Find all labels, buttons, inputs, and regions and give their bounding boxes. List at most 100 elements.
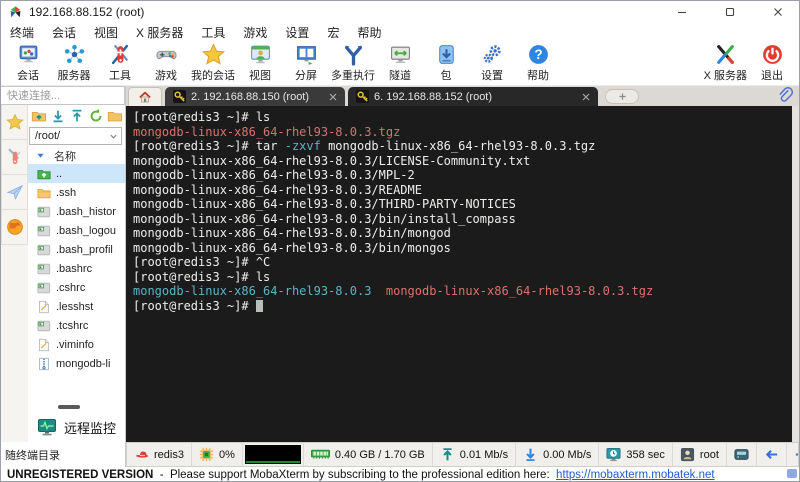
file-list: .. .ssh .bash_histor .bash_logou .bash_profi…	[28, 164, 125, 373]
session-icon	[17, 43, 40, 66]
folder-plain-button[interactable]	[107, 108, 123, 124]
toolbar-tools-button[interactable]: 工具	[97, 43, 143, 83]
file-icon	[37, 338, 51, 352]
terminal-line: mongodb-linux-x86_64-rhel93-8.0.3/bin/in…	[133, 212, 789, 227]
terminal-line: [root@redis3 ~]# ^C	[133, 255, 789, 270]
terminal-scrollbar[interactable]	[792, 106, 799, 442]
menu-item-4[interactable]: 工具	[192, 24, 234, 41]
timer-icon	[606, 447, 621, 462]
footer-text: - Please support MobaXterm by subscribin…	[153, 469, 557, 481]
file-row[interactable]: .bash_profil	[28, 240, 125, 259]
toolbar-left: 会话 服务器 工具 游戏 我的会话 视图 分屏 多重执行 隧道 包 设置? 帮助	[5, 43, 561, 83]
file-row[interactable]: .viminfo	[28, 335, 125, 354]
terminal-text: mongodb-linux-x86_64-rhel93-8.0.3	[133, 284, 372, 298]
home-icon	[138, 90, 152, 104]
terminal-line: mongodb-linux-x86_64-rhel93-8.0.3/THIRD-…	[133, 197, 789, 212]
file-row[interactable]: .tcshrc	[28, 316, 125, 335]
toolbar-split-button[interactable]: 分屏	[283, 43, 329, 83]
script-icon	[37, 224, 51, 238]
path-select[interactable]: /root/	[29, 127, 122, 145]
terminal-text: mongodb-linux-x86_64-rhel93-8.0.3/MPL-2	[133, 168, 415, 182]
file-row[interactable]: .ssh	[28, 183, 125, 202]
refresh-button[interactable]	[88, 108, 104, 124]
terminal[interactable]: [root@redis3 ~]# ls mongodb-linux-x86_64-…	[126, 106, 799, 442]
terminal-text: mongodb-linux-x86_64-rhel93-8.0.3.tgz	[385, 284, 654, 298]
file-row[interactable]: ..	[28, 164, 125, 183]
tab-close-icon[interactable]	[582, 93, 590, 101]
status-drive	[727, 443, 757, 466]
sidebar-knife-button[interactable]	[1, 140, 28, 175]
file-row[interactable]: .bash_logou	[28, 221, 125, 240]
toolbar-session-button[interactable]: 会话	[5, 43, 51, 83]
toolbar-games-button[interactable]: 游戏	[143, 43, 189, 83]
horizontal-scrollbar[interactable]	[28, 402, 125, 412]
status-arrow-right[interactable]	[787, 443, 798, 466]
main-area: /root/ 名称 .. .ssh .bash_histor .bash_logou.…	[1, 86, 799, 442]
toolbar-view-button[interactable]: 视图	[237, 43, 283, 83]
close-button[interactable]	[757, 1, 799, 23]
mysessions-icon	[201, 43, 225, 66]
toolbar-packages-button[interactable]: 包	[423, 43, 469, 83]
toolbar-servers-button[interactable]: 服务器	[51, 43, 97, 83]
sidebar-globe-button[interactable]	[1, 210, 28, 245]
menu-item-7[interactable]: 宏	[318, 24, 348, 41]
file-icon	[37, 300, 51, 314]
paperclip-icon[interactable]	[777, 87, 794, 104]
toolbar-xserver-button[interactable]: X 服务器	[702, 43, 749, 83]
menu-item-2[interactable]: 视图	[85, 24, 127, 41]
tab-close-icon[interactable]	[329, 93, 337, 101]
terminal-text: [root@redis3 ~]# ls	[133, 110, 271, 124]
file-row[interactable]: .bashrc	[28, 259, 125, 278]
sidebar-strip	[1, 105, 28, 442]
toolbar-right: X 服务器 退出	[702, 43, 795, 83]
scrollbar-thumb[interactable]	[58, 405, 80, 409]
remote-monitor-button[interactable]: 远程监控	[28, 412, 125, 442]
toolbar-help-label: 帮助	[527, 70, 549, 82]
tab-session-2[interactable]: 2. 192.168.88.150 (root)	[165, 87, 345, 106]
upload-button[interactable]	[69, 108, 85, 124]
status-up-label: 0.01 Mb/s	[459, 448, 509, 461]
toolbar-exit-button[interactable]: 退出	[749, 43, 795, 83]
menu-item-6[interactable]: 设置	[276, 24, 318, 41]
new-tab-button[interactable]	[605, 88, 639, 104]
maximize-button[interactable]	[709, 1, 751, 23]
sidebar-paperplane-button[interactable]	[1, 175, 28, 210]
toolbar-mysessions-label: 我的会话	[191, 70, 235, 82]
menu-item-0[interactable]: 终端	[1, 24, 43, 41]
key-icon	[173, 90, 186, 103]
minimize-button[interactable]	[661, 1, 703, 23]
file-row[interactable]: mongodb-li	[28, 354, 125, 373]
multiexec-icon	[342, 43, 365, 66]
cpu-icon	[199, 447, 214, 462]
menu-item-8[interactable]: 帮助	[348, 24, 390, 41]
tab-home[interactable]	[128, 87, 162, 106]
file-row[interactable]: .cshrc	[28, 278, 125, 297]
file-name: .cshrc	[56, 281, 86, 294]
folder-up-button[interactable]	[31, 108, 47, 124]
quick-connect-input[interactable]	[1, 86, 125, 105]
toolbar-tunnel-button[interactable]: 隧道	[377, 43, 423, 83]
menu-item-5[interactable]: 游戏	[234, 24, 276, 41]
follow-terminal-dir-toggle[interactable]: 随终端目录	[1, 442, 126, 467]
status-cpu: 0%	[192, 443, 243, 466]
toolbar-mysessions-button[interactable]: 我的会话	[189, 43, 237, 83]
download-button[interactable]	[50, 108, 66, 124]
menu-item-3[interactable]: X 服务器	[127, 24, 192, 41]
toolbar-settings-button[interactable]: 设置	[469, 43, 515, 83]
file-row[interactable]: .bash_histor	[28, 202, 125, 221]
terminal-line: [root@redis3 ~]# ls	[133, 110, 789, 125]
toolbar-multiexec-button[interactable]: 多重执行	[329, 43, 377, 83]
terminal-line: [root@redis3 ~]# ls	[133, 270, 789, 285]
download-icon	[50, 108, 66, 124]
menu-item-1[interactable]: 会话	[43, 24, 85, 41]
file-row[interactable]: .lesshst	[28, 297, 125, 316]
title-bar: 192.168.88.152 (root)	[1, 1, 799, 23]
sidebar-star-button[interactable]	[1, 105, 28, 140]
status-arrow-left[interactable]	[757, 443, 787, 466]
name-column-header[interactable]: 名称	[28, 147, 125, 164]
ram-icon	[310, 448, 330, 462]
footer: UNREGISTERED VERSION - Please support Mo…	[1, 467, 799, 481]
footer-link[interactable]: https://mobaxterm.mobatek.net	[556, 469, 715, 481]
tab-session-6[interactable]: 6. 192.168.88.152 (root)	[348, 87, 598, 106]
toolbar-help-button[interactable]: ? 帮助	[515, 43, 561, 83]
